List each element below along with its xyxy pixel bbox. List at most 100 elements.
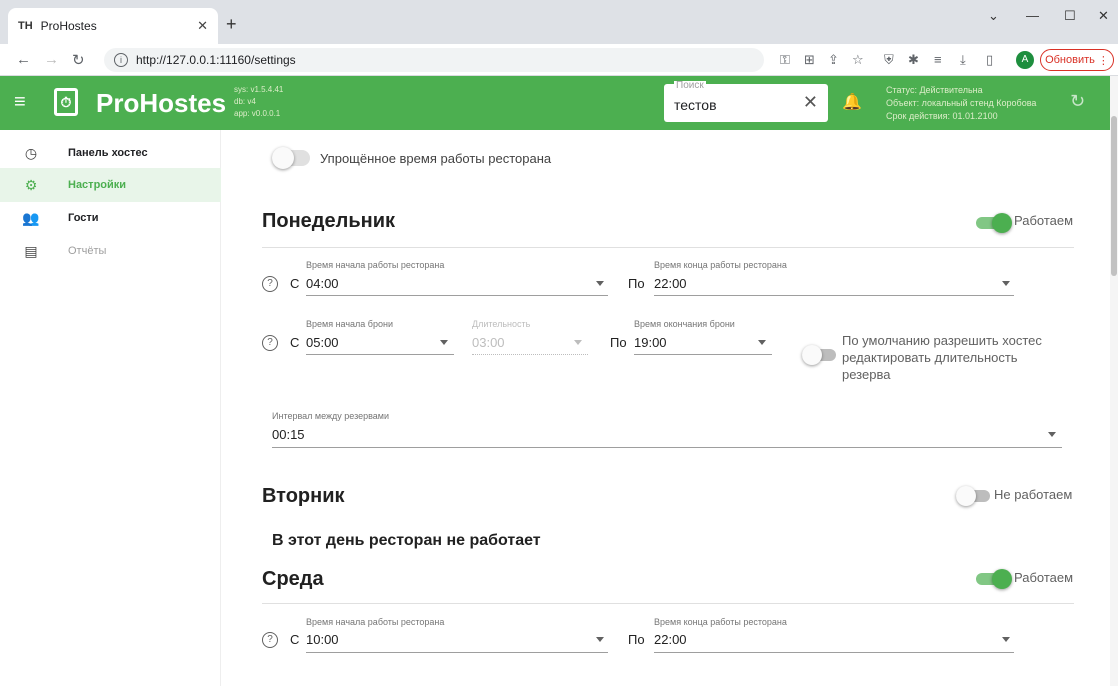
wednesday-working-toggle[interactable] <box>976 568 1012 589</box>
open-time-select[interactable]: 10:00 <box>306 632 339 647</box>
sidebar-item-label: Настройки <box>68 179 127 191</box>
allow-edit-label: редактировать длительность <box>842 350 1018 365</box>
interval-select[interactable]: 00:15 <box>272 427 305 442</box>
star-icon[interactable]: ☆ <box>852 52 864 68</box>
chevron-down-icon[interactable] <box>1048 432 1056 437</box>
sidebar: ◷ Панель хостес ⚙ Настройки 👥 Гости ▤ От… <box>0 130 221 686</box>
help-icon[interactable]: ? <box>262 335 278 351</box>
close-time-label: Время конца работы ресторана <box>654 260 787 270</box>
booking-start-label: Время начала брони <box>306 319 393 329</box>
from-prefix: С <box>290 276 300 291</box>
status-line: Статус: Действительна <box>886 85 983 95</box>
from-prefix: С <box>290 335 300 350</box>
monday-working-toggle[interactable] <box>976 212 1012 233</box>
address-bar[interactable]: i http://127.0.0.1:11160/settings <box>104 48 764 72</box>
chevron-down-icon[interactable]: ⌄ <box>988 8 999 24</box>
chevron-down-icon[interactable] <box>596 637 604 642</box>
search-label: Поиск <box>674 80 706 91</box>
chevron-down-icon[interactable] <box>440 340 448 345</box>
profile-avatar[interactable]: A <box>1016 51 1034 69</box>
clear-icon[interactable]: ✕ <box>803 92 818 113</box>
close-icon[interactable]: ✕ <box>197 18 208 34</box>
booking-start-select[interactable]: 05:00 <box>306 335 339 350</box>
update-browser-button[interactable]: Обновить ⋮ <box>1040 49 1114 71</box>
help-icon[interactable]: ? <box>262 632 278 648</box>
media-icon[interactable]: ≡ <box>934 52 942 67</box>
to-prefix: По <box>610 335 627 350</box>
chevron-down-icon <box>574 340 582 345</box>
back-icon[interactable]: ← <box>16 51 31 68</box>
sidebar-item-label: Отчёты <box>68 245 107 257</box>
sidebar-item-hostess-panel[interactable]: ◷ Панель хостес <box>0 136 221 170</box>
to-prefix: По <box>628 632 645 647</box>
chevron-down-icon[interactable] <box>1002 637 1010 642</box>
object-line: Объект: локальный стенд Коробова <box>886 98 1037 108</box>
browser-tab[interactable]: TH ProHostes ✕ <box>8 8 218 44</box>
day-title-tuesday: Вторник <box>262 485 345 507</box>
field-underline <box>654 295 1014 296</box>
sidebar-item-reports[interactable]: ▤ Отчёты <box>0 234 221 268</box>
browser-toolbar: ← → ↻ i http://127.0.0.1:11160/settings … <box>0 44 1118 76</box>
close-time-select[interactable]: 22:00 <box>654 632 687 647</box>
share-icon[interactable]: ⇪ <box>828 52 839 68</box>
simplified-hours-toggle[interactable] <box>272 147 310 169</box>
monday-working-label: Работаем <box>1014 213 1074 228</box>
page-scrollbar[interactable] <box>1110 76 1118 686</box>
field-underline <box>634 354 772 355</box>
maximize-icon[interactable]: ☐ <box>1064 8 1076 24</box>
sidebar-item-label: Гости <box>68 212 99 224</box>
sidebar-item-guests[interactable]: 👥 Гости <box>0 201 221 235</box>
allow-edit-label: резерва <box>842 367 891 382</box>
tuesday-working-label: Не работаем <box>994 487 1073 502</box>
tab-title: ProHostes <box>40 19 97 33</box>
allow-edit-duration-toggle[interactable] <box>802 344 838 365</box>
field-underline <box>306 652 608 653</box>
info-icon[interactable]: i <box>114 53 128 67</box>
interval-label: Интервал между резервами <box>272 411 390 421</box>
forward-icon[interactable]: → <box>44 51 59 68</box>
key-icon[interactable]: ⚿ <box>780 52 790 68</box>
duration-select[interactable]: 03:00 <box>472 335 505 350</box>
menu-icon[interactable]: ≡ <box>14 91 26 114</box>
to-prefix: По <box>628 276 645 291</box>
allow-edit-label: По умолчанию разрешить хостес <box>842 333 1042 348</box>
download-icon[interactable]: ⤓ <box>960 52 966 68</box>
chevron-down-icon[interactable] <box>1002 281 1010 286</box>
day-title-wednesday: Среда <box>262 568 324 590</box>
help-icon[interactable]: ? <box>262 276 278 292</box>
sidebar-item-settings[interactable]: ⚙ Настройки <box>0 168 221 202</box>
translate-icon[interactable]: ⊞ <box>804 52 815 68</box>
favicon-icon: TH <box>18 20 33 32</box>
search-input[interactable]: тестов <box>674 97 717 113</box>
chevron-down-icon[interactable] <box>758 340 766 345</box>
simplified-hours-label: Упрощённое время работы ресторана <box>320 151 552 166</box>
people-icon: 👥 <box>22 209 40 226</box>
minimize-icon[interactable]: — <box>1026 8 1039 23</box>
close-time-label: Время конца работы ресторана <box>654 617 787 627</box>
chevron-down-icon[interactable] <box>596 281 604 286</box>
from-prefix: С <box>290 632 300 647</box>
booking-end-select[interactable]: 19:00 <box>634 335 667 350</box>
shield-icon[interactable]: ⛨ <box>884 52 894 68</box>
open-time-select[interactable]: 04:00 <box>306 276 339 291</box>
reload-icon[interactable]: ↻ <box>72 51 85 69</box>
extensions-icon[interactable]: ✱ <box>908 52 919 68</box>
new-tab-icon[interactable]: + <box>226 14 237 35</box>
expiry-line: Срок действия: 01.01.2100 <box>886 111 998 121</box>
close-time-select[interactable]: 22:00 <box>654 276 687 291</box>
tuesday-working-toggle[interactable] <box>956 485 992 506</box>
bell-icon[interactable]: 🔔 <box>842 92 862 112</box>
scrollbar-thumb[interactable] <box>1111 116 1117 276</box>
refresh-icon[interactable]: ↻ <box>1070 91 1085 112</box>
search-field[interactable]: Поиск тестов ✕ <box>664 80 828 122</box>
browser-tabstrip: TH ProHostes ✕ + ⌄ — ☐ ✕ <box>0 0 1118 44</box>
field-underline <box>306 295 608 296</box>
field-underline <box>272 447 1062 448</box>
window-close-icon[interactable]: ✕ <box>1098 8 1109 24</box>
license-status: Статус: Действительна Объект: локальный … <box>886 84 1036 123</box>
field-underline <box>654 652 1014 653</box>
divider <box>262 247 1074 248</box>
sidepanel-icon[interactable]: ▯ <box>986 52 993 68</box>
logo-icon: ⏱ <box>54 88 78 116</box>
duration-label: Длительность <box>472 319 531 329</box>
